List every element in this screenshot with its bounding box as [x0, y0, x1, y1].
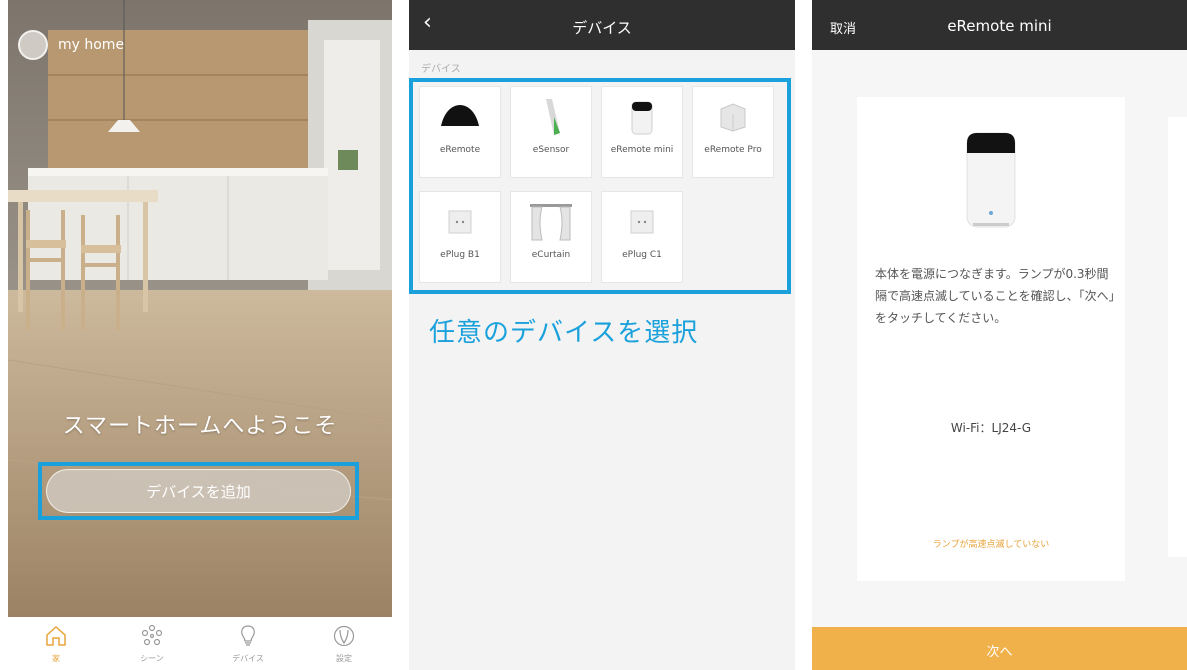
tab-label: 設定 — [336, 653, 352, 663]
tab-scene[interactable]: シーン — [117, 624, 187, 664]
page-title: eRemote mini — [947, 17, 1052, 35]
next-button[interactable]: 次へ — [812, 627, 1187, 670]
kitchen-background-image — [8, 0, 392, 617]
device-tile-eremote[interactable]: eRemote — [419, 86, 501, 178]
device-tile-eremote-mini[interactable]: eRemote mini — [601, 86, 683, 178]
tab-label: デバイス — [232, 653, 264, 663]
setup-description: 本体を電源につなぎます。ランプが0.3秒間隔で高速点滅していることを確認し、「次… — [875, 267, 1115, 325]
eplug-device-icon — [430, 200, 490, 244]
next-card-preview — [1168, 117, 1187, 557]
avatar[interactable] — [18, 30, 48, 60]
page-title: デバイス — [572, 19, 632, 37]
device-label: eRemote — [439, 145, 481, 155]
bulb-icon — [241, 624, 255, 646]
eplug-device-icon — [612, 200, 672, 244]
tab-device[interactable]: デバイス — [213, 624, 283, 664]
nav-bar: 取消 eRemote mini — [812, 0, 1187, 50]
device-label: eSensor — [532, 145, 570, 155]
home-screen: my home スマートホームへようこそ デバイスを追加 家 シーン デバイス — [8, 0, 392, 670]
device-tile-ecurtain[interactable]: eCurtain — [510, 191, 592, 283]
eremote-device-icon — [430, 95, 490, 139]
home-header[interactable]: my home — [18, 30, 124, 60]
tab-settings[interactable]: 設定 — [309, 624, 379, 664]
tab-bar: 家 シーン デバイス 設定 — [8, 617, 392, 670]
wifi-info: Wi-Fi：LJ24-G — [950, 421, 1032, 435]
section-label: デバイス — [421, 64, 461, 75]
tab-label: 家 — [52, 653, 60, 663]
setup-screen: 取消 eRemote mini 本体を電源につなぎます。ランプが0.3秒間隔で高… — [812, 0, 1187, 670]
eremote-mini-device-icon — [612, 95, 672, 139]
tab-home[interactable]: 家 — [21, 624, 91, 664]
device-tile-eplug-c1[interactable]: ePlug C1 — [601, 191, 683, 283]
instruction-caption: 任意のデバイスを選択 — [429, 318, 699, 348]
home-name[interactable]: my home — [58, 37, 124, 53]
device-tile-esensor[interactable]: eSensor — [510, 86, 592, 178]
eremote-pro-device-icon — [703, 95, 763, 139]
nav-bar: ‹ デバイス — [409, 0, 795, 50]
device-label: eRemote mini — [610, 145, 674, 155]
scene-icon — [141, 624, 163, 645]
eremote-mini-device-image — [959, 127, 1023, 237]
device-label: eRemote Pro — [704, 145, 762, 155]
home-icon — [46, 625, 66, 646]
tab-label: シーン — [140, 653, 164, 663]
instruction-card: 本体を電源につなぎます。ランプが0.3秒間隔で高速点滅していることを確認し、「次… — [857, 97, 1125, 581]
ecurtain-device-icon — [521, 200, 581, 244]
device-label: ePlug B1 — [440, 250, 480, 260]
device-list-screen: ‹ デバイス デバイス eRemote eSensor eRemote mini — [409, 0, 795, 670]
add-device-button[interactable]: デバイスを追加 — [46, 469, 351, 513]
device-label: ePlug C1 — [622, 250, 662, 260]
settings-icon — [333, 625, 355, 646]
lamp-not-blinking-link[interactable]: ランプが高速点滅していない — [857, 537, 1125, 550]
welcome-text: スマートホームへようこそ — [62, 414, 338, 439]
esensor-device-icon — [521, 95, 581, 139]
device-tile-eremote-pro[interactable]: eRemote Pro — [692, 86, 774, 178]
device-tile-eplug-b1[interactable]: ePlug B1 — [419, 191, 501, 283]
device-label: eCurtain — [531, 250, 571, 260]
